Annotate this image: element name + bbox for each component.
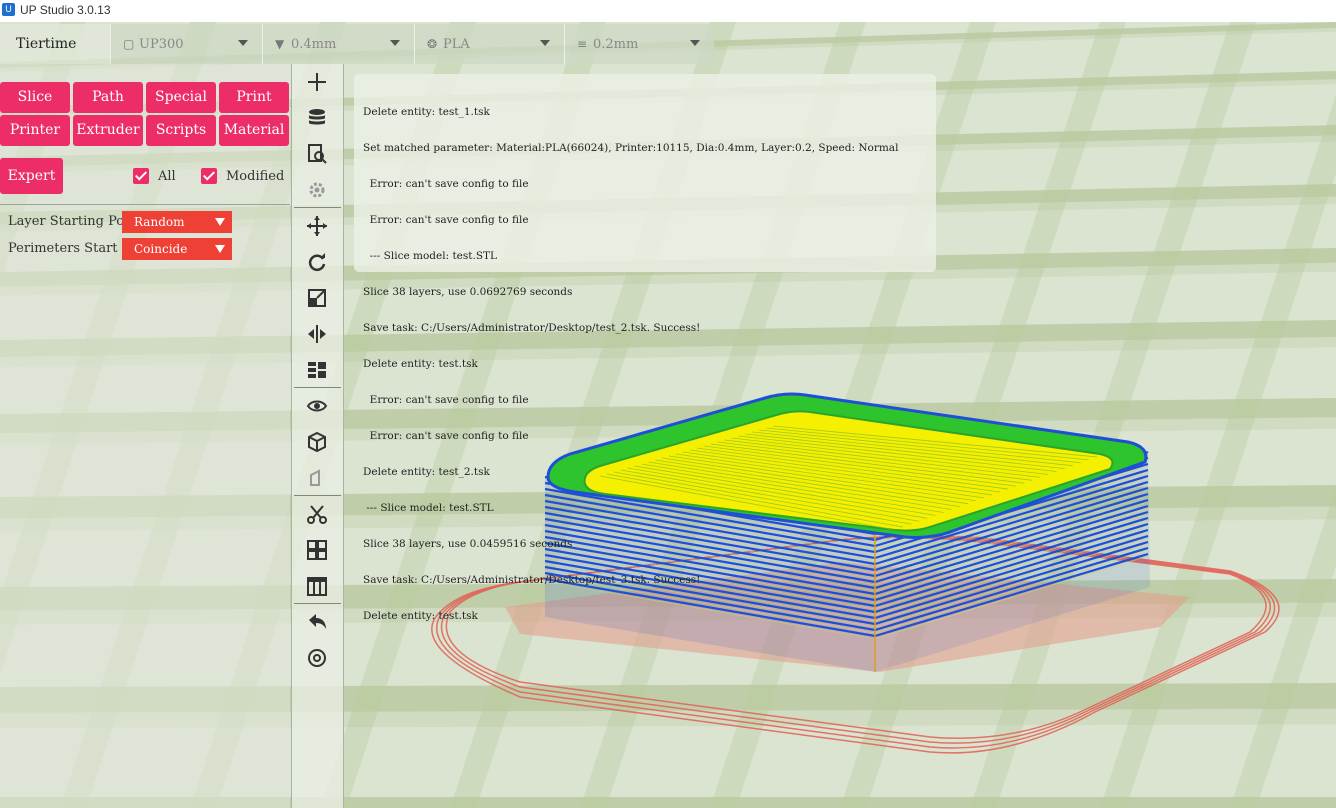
log-line: Delete entity: test.tsk <box>363 358 478 370</box>
expert-button[interactable]: Expert <box>0 158 63 194</box>
dropdown-arrow-icon <box>215 245 225 253</box>
layer-start-value: Random <box>134 215 185 229</box>
tab-material[interactable]: Material <box>219 115 289 146</box>
log-line: Save task: C:/Users/Administrator/Deskto… <box>363 574 701 586</box>
modified-label: Modified <box>226 168 285 184</box>
gear-icon[interactable] <box>306 179 328 201</box>
log-line: Save task: C:/Users/Administrator/Deskto… <box>363 322 701 334</box>
material-dropdown[interactable]: ❂ PLA <box>414 24 564 64</box>
tab-slice[interactable]: Slice <box>0 82 70 113</box>
tab-printer[interactable]: Printer <box>0 115 70 146</box>
undo-icon[interactable] <box>306 611 328 633</box>
checkmark-icon <box>133 168 149 184</box>
spool-icon: ❂ <box>427 37 438 51</box>
printer-dropdown[interactable]: ▢ UP300 <box>110 24 262 64</box>
triangle-down-icon: ▼ <box>275 37 285 51</box>
move-icon[interactable] <box>306 215 328 237</box>
window-title: UP Studio 3.0.13 <box>20 3 111 17</box>
eye-icon[interactable] <box>306 395 328 417</box>
tool-separator <box>294 603 341 604</box>
log-line: Delete entity: test.tsk <box>363 610 478 622</box>
chevron-down-icon <box>540 40 550 46</box>
support-icon[interactable] <box>306 467 328 489</box>
log-line: --- Slice model: test.STL <box>363 250 497 262</box>
perimeters-start-select[interactable]: Coincide <box>122 238 232 260</box>
lines-icon: ≡ <box>577 37 588 51</box>
title-bar: U UP Studio 3.0.13 <box>0 0 1336 22</box>
app-icon: U <box>2 3 15 16</box>
log-line: Slice 38 layers, use 0.0692769 seconds <box>363 286 573 298</box>
tab-path[interactable]: Path <box>73 82 143 113</box>
database-icon[interactable] <box>306 107 328 129</box>
add-icon[interactable] <box>306 71 328 93</box>
tool-strip <box>291 64 344 808</box>
layer-start-select[interactable]: Random <box>122 211 232 233</box>
nozzle-value: 0.4mm <box>291 36 337 52</box>
log-line: --- Slice model: test.STL <box>363 502 494 514</box>
log-line: Error: can't save config to file <box>363 178 529 190</box>
layout-icon[interactable] <box>306 359 328 381</box>
modified-checkbox[interactable]: Modified <box>201 167 284 185</box>
perimeters-start-value: Coincide <box>134 242 188 256</box>
brand-label: Tiertime <box>0 24 110 64</box>
nozzle-dropdown[interactable]: ▼ 0.4mm <box>262 24 414 64</box>
all-checkbox[interactable]: All <box>133 167 176 185</box>
search-doc-icon[interactable] <box>306 143 328 165</box>
settings-panel: Slice Path Special Print Printer Extrude… <box>0 64 290 808</box>
printer-value: UP300 <box>139 36 184 52</box>
grid-icon[interactable] <box>306 539 328 561</box>
cube-icon[interactable] <box>306 431 328 453</box>
tab-special[interactable]: Special <box>146 82 216 113</box>
dropdown-arrow-icon <box>215 218 225 226</box>
tool-separator <box>294 207 341 208</box>
cut-icon[interactable] <box>306 503 328 525</box>
log-console: Delete entity: test_1.tsk Set matched pa… <box>354 74 936 622</box>
material-value: PLA <box>443 36 470 52</box>
checkmark-icon <box>201 168 217 184</box>
log-line: Error: can't save config to file <box>363 214 529 226</box>
columns-icon[interactable] <box>306 575 328 597</box>
tab-scripts[interactable]: Scripts <box>146 115 216 146</box>
param-label-perimeters-start: Perimeters Start <box>8 241 118 256</box>
scale-icon[interactable] <box>306 287 328 309</box>
chevron-down-icon <box>690 40 700 46</box>
layer-dropdown[interactable]: ≡ 0.2mm <box>564 24 714 64</box>
tool-separator <box>294 387 341 388</box>
top-toolbar: Tiertime ▢ UP300 ▼ 0.4mm ❂ PLA ≡ 0.2mm <box>0 24 714 64</box>
at-icon[interactable] <box>306 647 328 669</box>
chevron-down-icon <box>238 40 248 46</box>
tab-extruder[interactable]: Extruder <box>73 115 143 146</box>
divider <box>0 204 290 205</box>
log-line: Delete entity: test_2.tsk <box>363 466 490 478</box>
log-line: Delete entity: test_1.tsk <box>363 106 490 118</box>
rotate-icon[interactable] <box>306 251 328 273</box>
log-line: Set matched parameter: Material:PLA(6602… <box>363 142 899 154</box>
log-line: Slice 38 layers, use 0.0459516 seconds <box>363 538 573 550</box>
layer-value: 0.2mm <box>593 36 639 52</box>
square-icon: ▢ <box>123 37 135 51</box>
chevron-down-icon <box>390 40 400 46</box>
all-label: All <box>158 168 176 184</box>
log-line: Error: can't save config to file <box>363 430 529 442</box>
mirror-icon[interactable] <box>306 323 328 345</box>
tab-print[interactable]: Print <box>219 82 289 113</box>
tool-separator <box>294 495 341 496</box>
log-line: Error: can't save config to file <box>363 394 529 406</box>
